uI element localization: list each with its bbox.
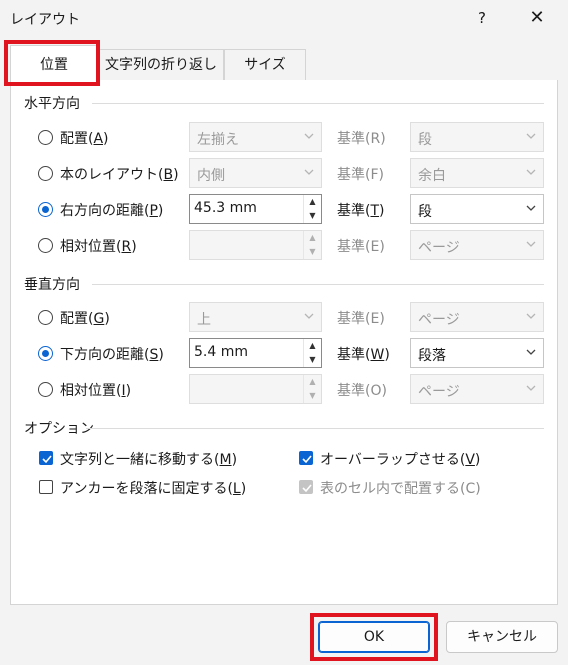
label-allow-overlap: オーバーラップさせる(V) [320,452,481,468]
checkbox-move-with-text[interactable] [39,451,53,465]
h-alignment-basis-label: 基準(R) [337,131,386,147]
h-distance-input[interactable]: 45.3 mm ▲ ▼ [189,194,322,224]
vertical-heading: 垂直方向 [24,277,80,293]
chevron-down-icon [525,238,537,250]
label-layout-in-cell: 表のセル内で配置する(C) [320,481,481,497]
spin-up-icon[interactable]: ▲ [304,195,321,209]
radio-v-alignment[interactable] [38,310,53,325]
close-button[interactable]: ✕ [524,6,550,30]
h-alignment-select[interactable]: 左揃え [189,122,322,152]
radio-h-relative-position[interactable] [38,238,53,253]
h-distance-basis-label: 基準(T) [337,203,385,219]
position-tab-highlight [4,40,100,86]
chevron-down-icon [303,310,315,322]
chevron-down-icon [525,310,537,322]
v-alignment-basis-select[interactable]: ページ [410,302,544,332]
h-book-layout-select[interactable]: 内側 [189,158,322,188]
tab-size[interactable]: サイズ [224,49,306,80]
v-distance-basis-label: 基準(W) [337,347,390,363]
spin-up-icon[interactable]: ▲ [304,375,321,389]
label-lock-anchor: アンカーを段落に固定する(L) [60,481,247,497]
ok-button-highlight [310,613,438,661]
horizontal-divider [92,103,544,104]
options-divider [86,428,544,429]
radio-v-absolute-position[interactable] [38,346,53,361]
chevron-down-icon [525,346,537,358]
v-alignment-basis-label: 基準(E) [337,311,385,327]
dialog-title: レイアウト [10,12,80,28]
cancel-button[interactable]: キャンセル [446,621,558,653]
spin-down-icon[interactable]: ▼ [304,209,321,223]
label-v-alignment: 配置(G) [60,311,110,327]
label-h-relative-position: 相対位置(R) [60,239,137,255]
label-v-relative-position: 相対位置(I) [60,383,132,399]
spin-up-icon[interactable]: ▲ [304,339,321,353]
checkbox-layout-in-cell[interactable] [299,480,313,494]
h-book-layout-basis-select[interactable]: 余白 [410,158,544,188]
h-relative-input[interactable]: ▲ ▼ [189,230,322,260]
spin-up-icon[interactable]: ▲ [304,231,321,245]
chevron-down-icon [525,166,537,178]
v-relative-basis-label: 基準(O) [337,383,387,399]
spin-down-icon[interactable]: ▼ [304,353,321,367]
spin-down-icon[interactable]: ▼ [304,245,321,259]
horizontal-heading: 水平方向 [24,96,80,112]
label-move-with-text: 文字列と一緒に移動する(M) [60,452,238,468]
checkbox-allow-overlap[interactable] [299,451,313,465]
h-relative-basis-select[interactable]: ページ [410,230,544,260]
checkbox-lock-anchor[interactable] [39,480,53,494]
check-icon [302,455,312,464]
chevron-down-icon [303,166,315,178]
v-distance-basis-select[interactable]: 段落 [410,338,544,368]
v-relative-basis-select[interactable]: ページ [410,374,544,404]
v-distance-input[interactable]: 5.4 mm ▲ ▼ [189,338,322,368]
chevron-down-icon [525,202,537,214]
h-distance-basis-select[interactable]: 段 [410,194,544,224]
check-icon [42,455,52,464]
vertical-divider [92,284,544,285]
chevron-down-icon [525,130,537,142]
h-relative-basis-label: 基準(E) [337,239,385,255]
h-alignment-basis-select[interactable]: 段 [410,122,544,152]
radio-v-relative-position[interactable] [38,382,53,397]
radio-h-absolute-position[interactable] [38,202,53,217]
help-button[interactable]: ? [470,6,494,30]
check-icon [302,484,312,493]
chevron-down-icon [525,382,537,394]
spin-down-icon[interactable]: ▼ [304,389,321,403]
tab-wrapping[interactable]: 文字列の折り返し [98,49,224,80]
label-h-alignment: 配置(A) [60,131,109,147]
radio-h-book-layout[interactable] [38,166,53,181]
options-heading: オプション [24,421,94,437]
h-book-layout-basis-label: 基準(F) [337,167,384,183]
label-h-absolute-position: 右方向の距離(P) [60,203,164,219]
v-relative-input[interactable]: ▲ ▼ [189,374,322,404]
chevron-down-icon [303,130,315,142]
label-h-book-layout: 本のレイアウト(B) [60,167,179,183]
radio-h-alignment[interactable] [38,130,53,145]
label-v-absolute-position: 下方向の距離(S) [60,347,164,363]
v-alignment-select[interactable]: 上 [189,302,322,332]
